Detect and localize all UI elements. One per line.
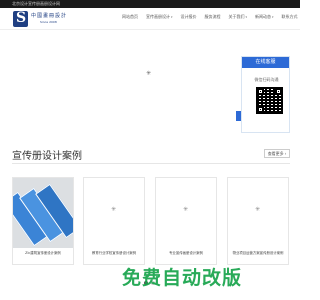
- logo-icon[interactable]: [13, 10, 28, 27]
- case-card[interactable]: Zlc建筑宣传册设计案例: [12, 177, 74, 265]
- case-caption[interactable]: 专业宣传画册设计案例: [156, 250, 216, 255]
- case-thumbnail[interactable]: [13, 178, 73, 248]
- nav-item-contact[interactable]: 联系方式: [278, 14, 302, 20]
- section-divider: [12, 163, 290, 164]
- case-thumbnail[interactable]: ✳: [156, 178, 216, 248]
- chevron-down-icon: ▾: [171, 15, 173, 19]
- section-title: 宣传册设计案例: [12, 151, 82, 162]
- chevron-down-icon: ▾: [245, 15, 248, 19]
- chevron-right-icon: ›: [284, 151, 287, 156]
- top-info-bar: 北京设计宣传册画册设计网: [0, 0, 300, 8]
- spinner-icon: ✳: [111, 206, 117, 213]
- case-thumbnail[interactable]: ✳: [84, 178, 144, 248]
- panel-toggle-tab[interactable]: [236, 111, 241, 121]
- main-nav: 网站首页 宣传画册设计▾ 设计报价 服务流程 关于我们▾ 新闻动态▾ 联系方式: [118, 14, 302, 20]
- logo-subtitle: Since 2008: [40, 20, 57, 24]
- case-caption[interactable]: 物业项目运营方案宣传册设计案例: [228, 250, 288, 255]
- chevron-down-icon: ▾: [272, 15, 274, 19]
- case-caption[interactable]: Zlc建筑宣传册设计案例: [13, 250, 73, 255]
- customer-service-panel: 在线客服 微信扫码沟通: [241, 56, 290, 133]
- customer-service-heading[interactable]: 在线客服: [242, 57, 289, 68]
- spinner-icon: ✳: [183, 206, 189, 213]
- view-more-button[interactable]: 查看更多›: [264, 149, 290, 158]
- case-thumbnail[interactable]: ✳: [228, 178, 288, 248]
- nav-item-process[interactable]: 服务流程: [201, 14, 225, 20]
- watermark-overlay: 免费自动改版: [122, 267, 243, 289]
- qr-code-icon: [256, 87, 283, 114]
- nav-item-about[interactable]: 关于我们▾: [225, 14, 252, 20]
- spinner-icon: ✳: [146, 70, 152, 77]
- nav-item-home[interactable]: 网站首页: [118, 14, 142, 20]
- logo-title[interactable]: 中國畫冊設計: [31, 12, 67, 19]
- spinner-icon: ✳: [255, 206, 261, 213]
- wechat-scan-label: 微信扫码沟通: [254, 77, 279, 82]
- nav-item-news[interactable]: 新闻动态▾: [251, 14, 278, 20]
- top-info-text: 北京设计宣传册画册设计网: [12, 1, 60, 6]
- case-card[interactable]: ✳ 专业宣传画册设计案例: [155, 177, 217, 265]
- case-card[interactable]: ✳ 物业项目运营方案宣传册设计案例: [227, 177, 289, 265]
- nav-item-brochure-design[interactable]: 宣传画册设计▾: [142, 14, 177, 20]
- case-caption[interactable]: 教育行业学校宣传册设计案例: [84, 250, 144, 255]
- case-card[interactable]: ✳ 教育行业学校宣传册设计案例: [83, 177, 145, 265]
- nav-item-pricing[interactable]: 设计报价: [177, 14, 201, 20]
